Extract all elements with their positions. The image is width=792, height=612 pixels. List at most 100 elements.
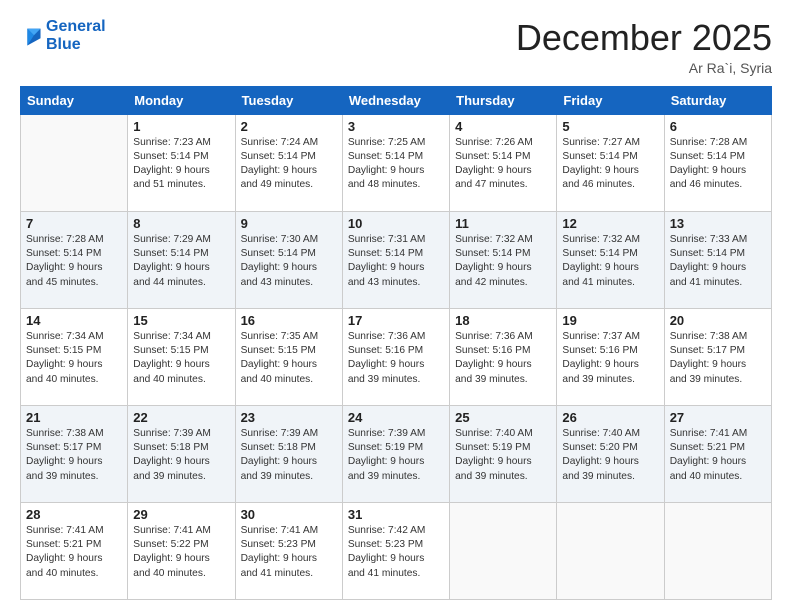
daylight-text-1: Daylight: 9 hours	[241, 358, 337, 372]
day-number: 13	[670, 216, 766, 231]
daylight-text-2: and 39 minutes.	[133, 470, 229, 484]
calendar-cell: 31Sunrise: 7:42 AMSunset: 5:23 PMDayligh…	[342, 502, 449, 599]
day-number: 17	[348, 313, 444, 328]
sunrise-text: Sunrise: 7:42 AM	[348, 524, 444, 538]
daylight-text-1: Daylight: 9 hours	[455, 358, 551, 372]
sunset-text: Sunset: 5:14 PM	[133, 247, 229, 261]
daylight-text-1: Daylight: 9 hours	[26, 261, 122, 275]
daylight-text-2: and 43 minutes.	[241, 276, 337, 290]
calendar-cell: 5Sunrise: 7:27 AMSunset: 5:14 PMDaylight…	[557, 114, 664, 211]
daylight-text-2: and 39 minutes.	[348, 470, 444, 484]
sunrise-text: Sunrise: 7:38 AM	[26, 427, 122, 441]
sunrise-text: Sunrise: 7:40 AM	[455, 427, 551, 441]
sunset-text: Sunset: 5:17 PM	[670, 344, 766, 358]
sunset-text: Sunset: 5:16 PM	[562, 344, 658, 358]
sunset-text: Sunset: 5:20 PM	[562, 441, 658, 455]
header: General Blue December 2025 Ar Ra`i, Syri…	[20, 18, 772, 76]
daylight-text-2: and 48 minutes.	[348, 178, 444, 192]
calendar-cell: 26Sunrise: 7:40 AMSunset: 5:20 PMDayligh…	[557, 405, 664, 502]
daylight-text-2: and 46 minutes.	[562, 178, 658, 192]
sunset-text: Sunset: 5:14 PM	[670, 247, 766, 261]
day-number: 26	[562, 410, 658, 425]
daylight-text-1: Daylight: 9 hours	[670, 358, 766, 372]
day-number: 29	[133, 507, 229, 522]
sunset-text: Sunset: 5:16 PM	[455, 344, 551, 358]
daylight-text-1: Daylight: 9 hours	[455, 164, 551, 178]
calendar-cell: 24Sunrise: 7:39 AMSunset: 5:19 PMDayligh…	[342, 405, 449, 502]
sunset-text: Sunset: 5:21 PM	[26, 538, 122, 552]
day-number: 9	[241, 216, 337, 231]
daylight-text-1: Daylight: 9 hours	[133, 358, 229, 372]
sunset-text: Sunset: 5:14 PM	[26, 247, 122, 261]
calendar-cell: 12Sunrise: 7:32 AMSunset: 5:14 PMDayligh…	[557, 211, 664, 308]
daylight-text-1: Daylight: 9 hours	[670, 261, 766, 275]
sunrise-text: Sunrise: 7:25 AM	[348, 136, 444, 150]
day-number: 20	[670, 313, 766, 328]
daylight-text-2: and 41 minutes.	[241, 567, 337, 581]
daylight-text-2: and 40 minutes.	[133, 567, 229, 581]
sunset-text: Sunset: 5:14 PM	[562, 150, 658, 164]
day-number: 12	[562, 216, 658, 231]
daylight-text-1: Daylight: 9 hours	[670, 164, 766, 178]
daylight-text-2: and 39 minutes.	[26, 470, 122, 484]
calendar-cell: 14Sunrise: 7:34 AMSunset: 5:15 PMDayligh…	[21, 308, 128, 405]
daylight-text-2: and 40 minutes.	[26, 373, 122, 387]
daylight-text-2: and 40 minutes.	[133, 373, 229, 387]
daylight-text-2: and 42 minutes.	[455, 276, 551, 290]
daylight-text-2: and 41 minutes.	[670, 276, 766, 290]
sunrise-text: Sunrise: 7:36 AM	[455, 330, 551, 344]
calendar-cell: 20 Sunrise: 7:38 AMSunset: 5:17 PMDayligh…	[664, 308, 771, 405]
day-number: 11	[455, 216, 551, 231]
sunrise-text: Sunrise: 7:38 AM	[670, 330, 766, 344]
daylight-text-1: Daylight: 9 hours	[562, 261, 658, 275]
calendar-week-row: 14Sunrise: 7:34 AMSunset: 5:15 PMDayligh…	[21, 308, 772, 405]
col-header-thursday: Thursday	[450, 86, 557, 114]
location: Ar Ra`i, Syria	[516, 60, 772, 76]
daylight-text-2: and 39 minutes.	[562, 373, 658, 387]
sunrise-text: Sunrise: 7:31 AM	[348, 233, 444, 247]
daylight-text-2: and 39 minutes.	[241, 470, 337, 484]
col-header-friday: Friday	[557, 86, 664, 114]
sunrise-text: Sunrise: 7:39 AM	[348, 427, 444, 441]
calendar-cell	[21, 114, 128, 211]
day-number: 18	[455, 313, 551, 328]
sunrise-text: Sunrise: 7:41 AM	[133, 524, 229, 538]
day-number: 1	[133, 119, 229, 134]
calendar-header-row: SundayMondayTuesdayWednesdayThursdayFrid…	[21, 86, 772, 114]
day-number: 25	[455, 410, 551, 425]
daylight-text-2: and 41 minutes.	[562, 276, 658, 290]
sunset-text: Sunset: 5:15 PM	[133, 344, 229, 358]
daylight-text-2: and 40 minutes.	[241, 373, 337, 387]
daylight-text-1: Daylight: 9 hours	[133, 164, 229, 178]
daylight-text-2: and 47 minutes.	[455, 178, 551, 192]
day-number: 19	[562, 313, 658, 328]
daylight-text-1: Daylight: 9 hours	[348, 261, 444, 275]
daylight-text-2: and 41 minutes.	[348, 567, 444, 581]
sunrise-text: Sunrise: 7:26 AM	[455, 136, 551, 150]
sunset-text: Sunset: 5:14 PM	[562, 247, 658, 261]
sunset-text: Sunset: 5:18 PM	[133, 441, 229, 455]
calendar-cell: 2Sunrise: 7:24 AMSunset: 5:14 PMDaylight…	[235, 114, 342, 211]
sunrise-text: Sunrise: 7:36 AM	[348, 330, 444, 344]
calendar-cell: 1Sunrise: 7:23 AMSunset: 5:14 PMDaylight…	[128, 114, 235, 211]
sunrise-text: Sunrise: 7:41 AM	[26, 524, 122, 538]
sunrise-text: Sunrise: 7:27 AM	[562, 136, 658, 150]
daylight-text-2: and 43 minutes.	[348, 276, 444, 290]
calendar-cell: 16Sunrise: 7:35 AMSunset: 5:15 PMDayligh…	[235, 308, 342, 405]
day-number: 22	[133, 410, 229, 425]
sunset-text: Sunset: 5:22 PM	[133, 538, 229, 552]
day-number: 28	[26, 507, 122, 522]
sunset-text: Sunset: 5:23 PM	[348, 538, 444, 552]
daylight-text-1: Daylight: 9 hours	[348, 455, 444, 469]
daylight-text-1: Daylight: 9 hours	[455, 261, 551, 275]
day-number: 23	[241, 410, 337, 425]
sunset-text: Sunset: 5:15 PM	[26, 344, 122, 358]
sunset-text: Sunset: 5:14 PM	[455, 150, 551, 164]
sunset-text: Sunset: 5:19 PM	[348, 441, 444, 455]
calendar-cell: 21Sunrise: 7:38 AMSunset: 5:17 PMDayligh…	[21, 405, 128, 502]
sunrise-text: Sunrise: 7:33 AM	[670, 233, 766, 247]
calendar-cell: 7Sunrise: 7:28 AMSunset: 5:14 PMDaylight…	[21, 211, 128, 308]
sunset-text: Sunset: 5:23 PM	[241, 538, 337, 552]
page: General Blue December 2025 Ar Ra`i, Syri…	[0, 0, 792, 612]
sunrise-text: Sunrise: 7:32 AM	[455, 233, 551, 247]
